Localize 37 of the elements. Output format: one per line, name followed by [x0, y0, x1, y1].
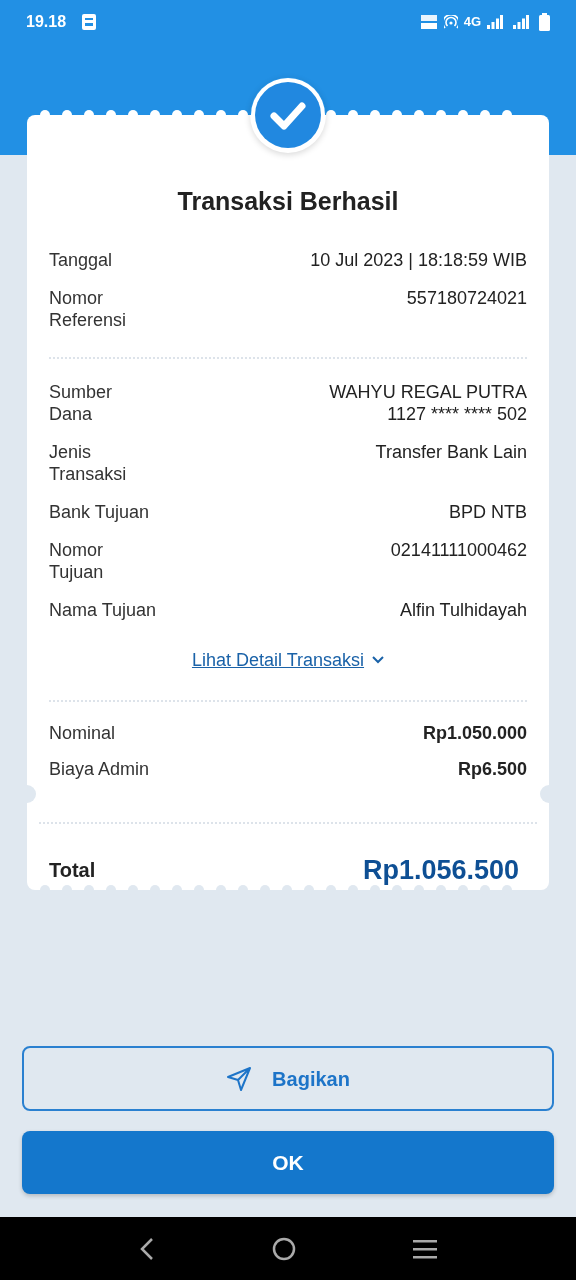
chevron-down-icon	[372, 656, 385, 664]
signal-icon	[513, 15, 529, 29]
field-value: Rp6.500	[457, 757, 527, 780]
back-icon	[138, 1236, 155, 1261]
field-label: Jenis Transaksi	[49, 440, 128, 485]
hotspot-icon	[443, 15, 458, 29]
ok-button[interactable]: OK	[22, 1131, 554, 1194]
field-value: 1127 **** **** 502	[387, 402, 527, 425]
receipt-title: Transaksi Berhasil	[176, 186, 400, 217]
field-value: 557180724021	[406, 286, 527, 309]
notification-icon	[82, 14, 97, 30]
total-label: Total	[49, 857, 96, 883]
status-time: 19.18	[26, 12, 67, 32]
field-label: Sumber Dana	[49, 380, 114, 425]
field-label: Nomor Tujuan	[49, 538, 105, 583]
field-value: BPD NTB	[449, 500, 527, 523]
field-label: Nominal	[49, 721, 117, 744]
field-value: Rp1.050.000	[422, 721, 527, 744]
field-label: Bank Tujuan	[49, 500, 151, 523]
menu-icon	[413, 1238, 438, 1259]
field-label: Nomor Referensi	[49, 286, 128, 331]
field-value: 10 Jul 2023 | 18:18:59 WIB	[310, 248, 527, 271]
field-value: Alfin Tulhidayah	[399, 598, 527, 621]
share-button[interactable]: Bagikan	[22, 1046, 554, 1111]
field-value: Transfer Bank Lain	[375, 440, 527, 463]
detail-link[interactable]: Lihat Detail Transaksi	[191, 646, 385, 674]
home-icon	[272, 1236, 296, 1261]
field-label: Nama Tujuan	[49, 598, 158, 621]
network-type: 4G	[463, 13, 481, 32]
field-value: 02141111000462	[390, 538, 527, 561]
send-icon	[226, 1065, 253, 1092]
total-amount: Rp1.056.500	[362, 853, 519, 887]
field-value: WAHYU REGAL PUTRA	[329, 380, 527, 403]
field-label: Biaya Admin	[49, 757, 151, 780]
signal-icon	[487, 15, 503, 29]
battery-icon	[539, 13, 550, 31]
field-label: Tanggal	[49, 248, 114, 271]
